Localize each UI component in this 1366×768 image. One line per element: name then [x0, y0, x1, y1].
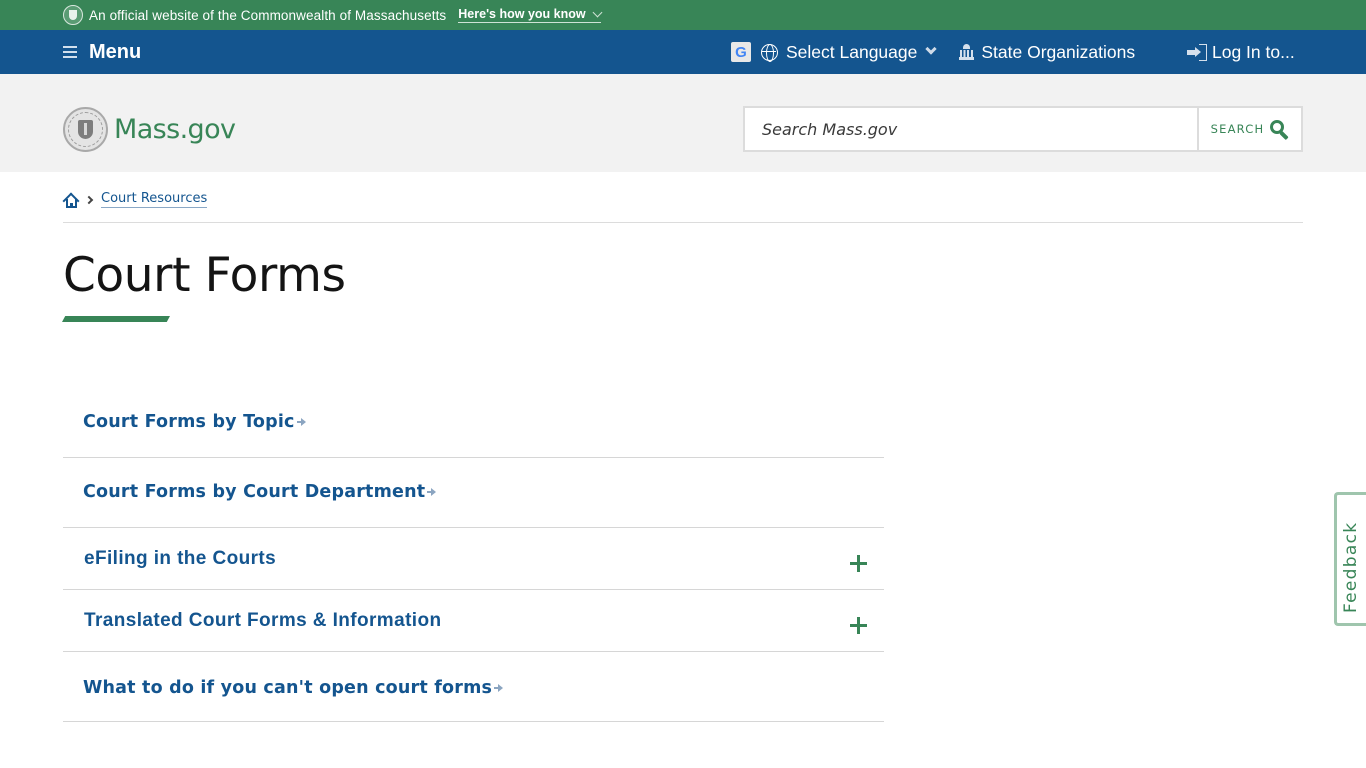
feedback-label: Feedback: [1341, 521, 1361, 613]
breadcrumb: Court Resources: [62, 191, 208, 209]
search-button-label: SEARCH: [1210, 122, 1265, 136]
plus-icon[interactable]: [850, 555, 867, 572]
plus-icon[interactable]: [850, 617, 867, 634]
logo-text: Mass.gov: [114, 114, 236, 145]
search-input[interactable]: [745, 108, 1197, 150]
breadcrumb-court-resources[interactable]: Court Resources: [101, 191, 208, 208]
menu-label: Menu: [89, 40, 142, 63]
official-banner-text: An official website of the Commonwealth …: [89, 7, 447, 23]
state-seal-icon: [63, 107, 108, 152]
link-court-forms-by-topic[interactable]: Court Forms by Topic: [83, 412, 306, 432]
menu-button[interactable]: Menu: [63, 30, 141, 74]
list-item[interactable]: Court Forms by Court Department: [63, 458, 884, 528]
heres-how-you-know-toggle[interactable]: Here's how you know: [458, 7, 603, 23]
accordion-efiling[interactable]: eFiling in the Courts: [63, 528, 884, 590]
accordion-translated-forms[interactable]: Translated Court Forms & Information: [63, 590, 884, 652]
accordion-label: Translated Court Forms & Information: [84, 610, 442, 631]
home-icon[interactable]: [62, 192, 80, 209]
site-header: Mass.gov SEARCH: [0, 74, 1366, 172]
page-title: Court Forms: [63, 248, 346, 303]
link-label: What to do if you can't open court forms: [83, 678, 493, 698]
arrow-right-icon: [427, 488, 437, 496]
arrow-right-icon: [494, 684, 504, 692]
search-button[interactable]: SEARCH: [1197, 108, 1301, 150]
feedback-button[interactable]: Feedback: [1334, 492, 1366, 626]
state-organizations-button[interactable]: State Organizations: [981, 42, 1135, 63]
globe-icon: [761, 43, 778, 62]
google-translate-icon: G: [731, 42, 751, 62]
utility-nav: Menu G Select Language State Organizatio…: [0, 30, 1366, 74]
capitol-building-icon: [959, 44, 975, 60]
link-cant-open-forms[interactable]: What to do if you can't open court forms: [83, 678, 504, 698]
search-form: SEARCH: [743, 106, 1303, 152]
list-item[interactable]: What to do if you can't open court forms: [63, 652, 884, 722]
chevron-down-icon[interactable]: [925, 43, 938, 55]
select-language-button[interactable]: Select Language: [786, 42, 917, 63]
breadcrumb-divider: [63, 222, 1303, 223]
chevron-right-icon: [84, 195, 94, 204]
mass-gov-logo-link[interactable]: Mass.gov: [63, 107, 236, 152]
link-label: Court Forms by Court Department: [83, 482, 426, 502]
login-label: Log In to...: [1212, 41, 1295, 62]
hamburger-icon: [63, 46, 77, 58]
title-underline: [62, 316, 170, 322]
link-label: Court Forms by Topic: [83, 412, 295, 432]
arrow-right-icon: [296, 418, 306, 426]
login-button[interactable]: Log In to...: [1187, 30, 1295, 74]
link-list: Court Forms by Topic Court Forms by Cour…: [63, 388, 884, 722]
state-seal-icon: [63, 5, 83, 25]
search-icon: [1270, 119, 1289, 140]
link-court-forms-by-department[interactable]: Court Forms by Court Department: [83, 482, 437, 502]
chevron-down-icon: [592, 7, 603, 17]
list-item[interactable]: Court Forms by Topic: [63, 388, 884, 458]
heres-how-you-know-label: Here's how you know: [458, 7, 586, 21]
login-icon: [1187, 43, 1207, 61]
official-website-banner: An official website of the Commonwealth …: [0, 0, 1366, 30]
accordion-label: eFiling in the Courts: [84, 548, 277, 569]
